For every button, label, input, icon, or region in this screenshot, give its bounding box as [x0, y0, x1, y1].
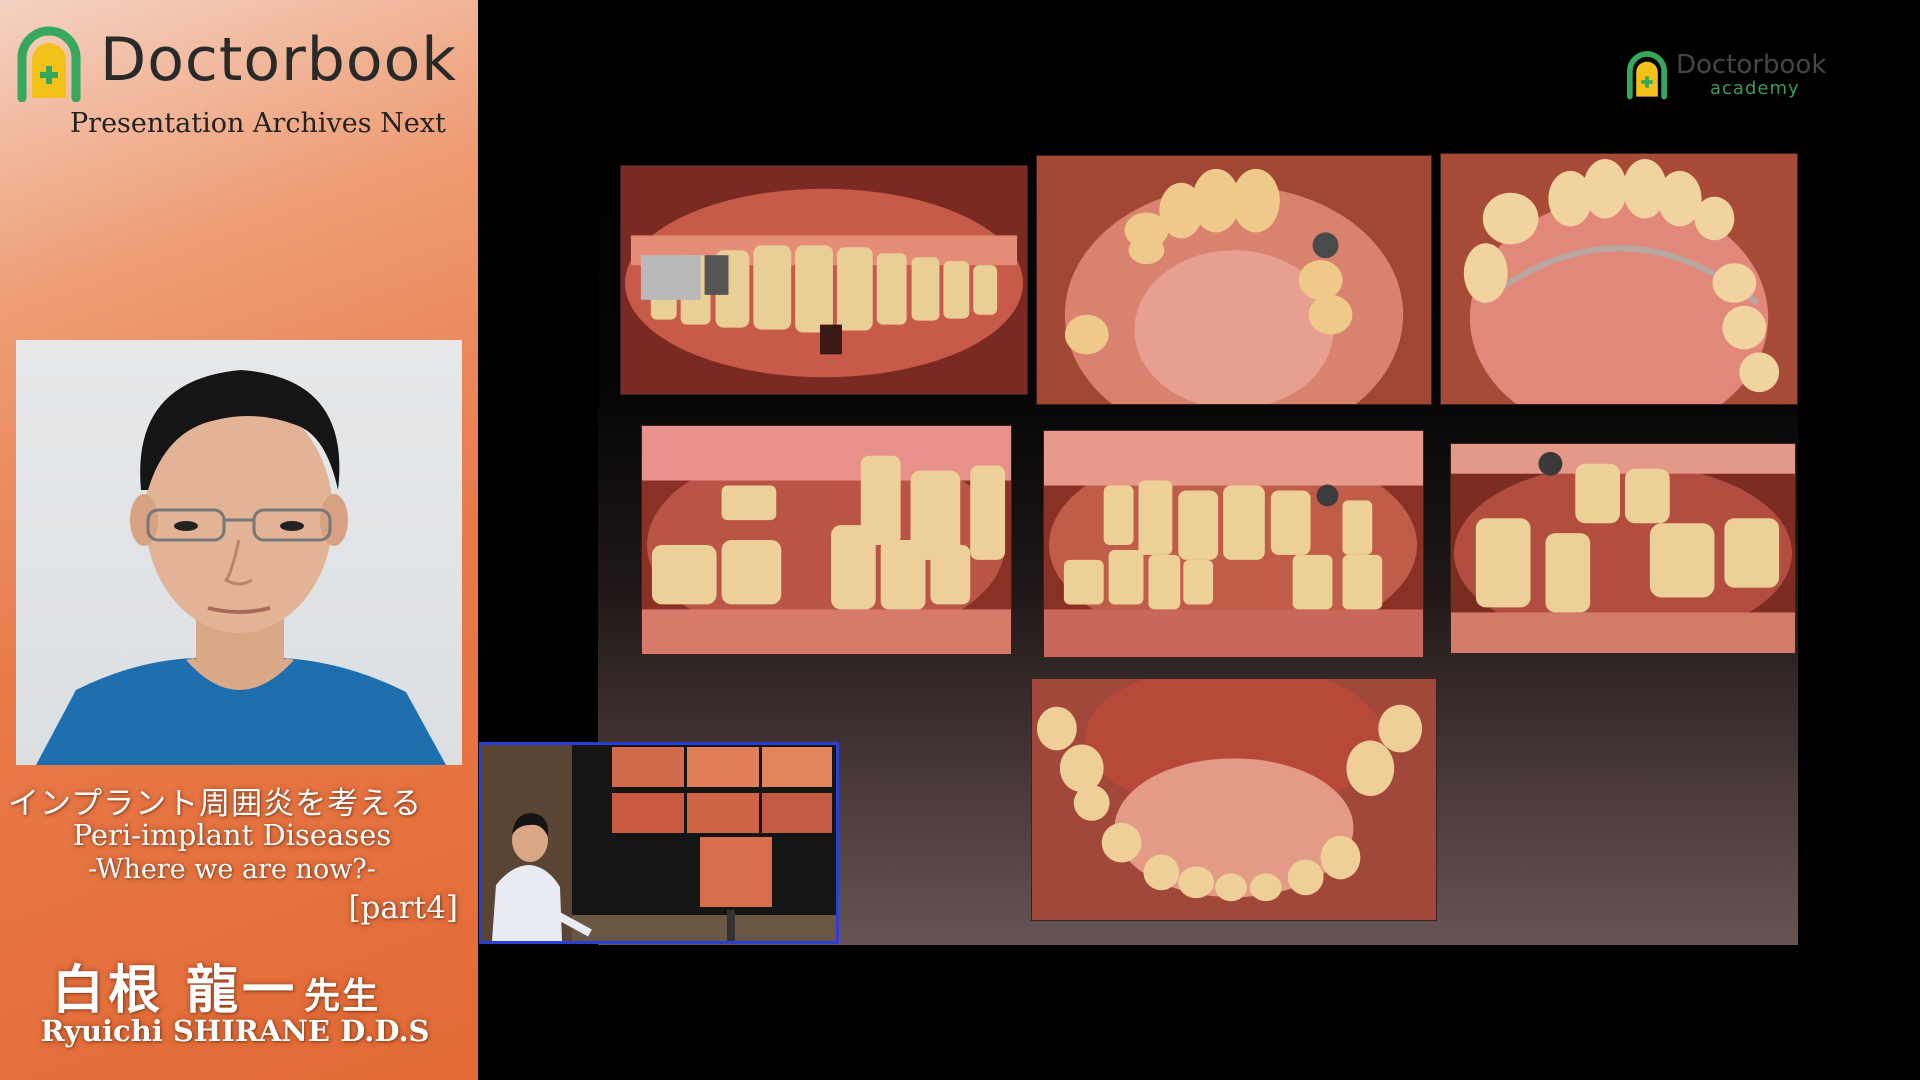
speaker-portrait — [16, 340, 462, 765]
brand-name: Doctorbook — [100, 25, 458, 95]
speaker-name-jp-text: 白根 龍一 — [52, 960, 299, 1021]
intraoral-photo-maxillary-denture — [1440, 153, 1798, 405]
speaker-name-japanese: 白根 龍一 先生 — [52, 948, 380, 1023]
doctorbook-logo-icon — [17, 26, 81, 102]
intraoral-photo-frontal-old — [620, 165, 1028, 395]
intraoral-photo-right-lateral — [641, 425, 1012, 655]
intraoral-photo-mandibular-occlusal — [1031, 678, 1437, 921]
lecture-camera-image — [482, 745, 836, 941]
intraoral-photo-maxillary-occlusal — [1036, 155, 1432, 405]
intraoral-photo-frontal — [1043, 430, 1424, 658]
doctorbook-brand: Doctorbook — [16, 26, 466, 106]
lecture-info-panel: Doctorbook Presentation Archives Next イン… — [0, 0, 478, 1080]
lecture-title-english: Peri-implant Diseases — [72, 818, 392, 852]
doctorbook-academy-logo-icon — [1626, 51, 1668, 100]
lecture-part-label: [part4] — [348, 890, 458, 926]
speaker-portrait-image — [36, 370, 446, 765]
academy-subname: academy — [1710, 78, 1800, 99]
lecture-title-japanese: インプラント周囲炎を考える — [8, 786, 423, 822]
intraoral-photo-left-lateral — [1450, 443, 1796, 654]
speaker-honorific: 先生 — [304, 975, 381, 1017]
speaker-name-english: Ryuichi SHIRANE D.D.S — [40, 1014, 430, 1048]
lecture-camera-inset — [479, 742, 839, 944]
lecture-subtitle-english: -Where we are now?- — [88, 854, 376, 885]
academy-name: Doctorbook — [1676, 50, 1827, 80]
brand-tagline: Presentation Archives Next — [70, 108, 446, 139]
